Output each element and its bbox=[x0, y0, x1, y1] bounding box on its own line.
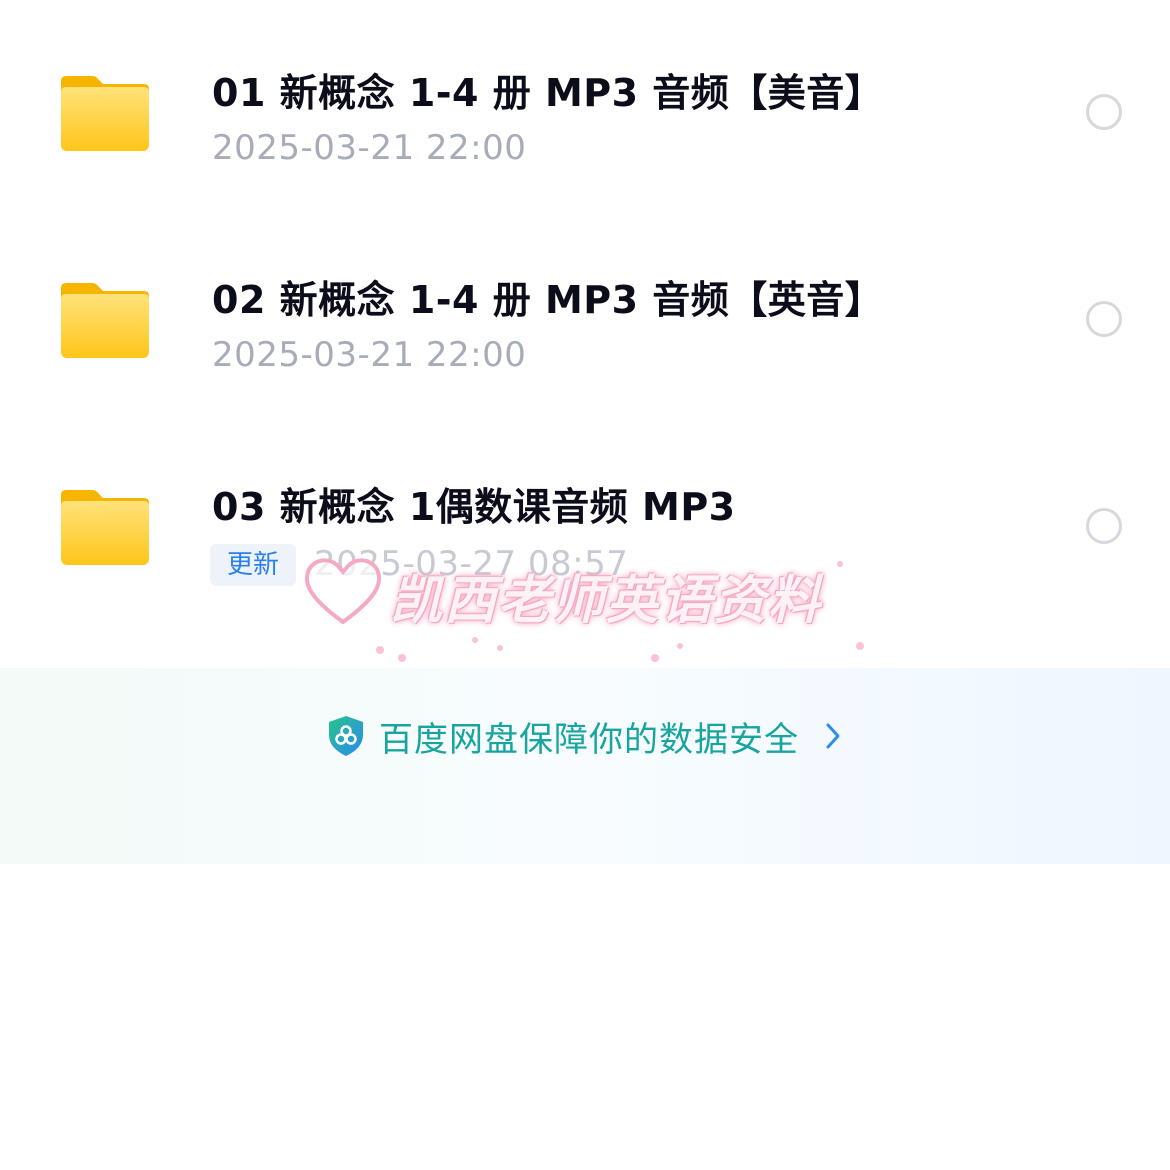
update-badge: 更新 bbox=[210, 544, 297, 586]
select-radio[interactable] bbox=[1086, 94, 1122, 130]
file-name[interactable]: 03 新概念 1偶数课音频 MP3 bbox=[212, 476, 736, 531]
folder-icon bbox=[61, 283, 149, 358]
file-name[interactable]: 01 新概念 1-4 册 MP3 音频【美音】 bbox=[212, 62, 883, 117]
file-row[interactable]: 02 新概念 1-4 册 MP3 音频【英音】 2025-03-21 22:00 bbox=[0, 207, 1170, 413]
file-date: 2025-03-21 22:00 bbox=[212, 128, 527, 168]
select-radio[interactable] bbox=[1086, 301, 1122, 337]
security-banner[interactable]: 百度网盘保障你的数据安全 bbox=[0, 706, 1170, 766]
file-row[interactable]: 03 新概念 1偶数课音频 MP3 更新 2025-03-27 08:57 bbox=[0, 414, 1170, 620]
chevron-right-icon[interactable] bbox=[823, 721, 843, 751]
file-date: 2025-03-21 22:00 bbox=[212, 335, 527, 375]
folder-icon bbox=[61, 76, 149, 151]
folder-icon bbox=[61, 490, 149, 565]
shield-icon bbox=[329, 716, 363, 756]
file-name[interactable]: 02 新概念 1-4 册 MP3 音频【英音】 bbox=[212, 269, 883, 324]
footer-area bbox=[0, 668, 1170, 864]
security-text[interactable]: 百度网盘保障你的数据安全 bbox=[379, 712, 799, 761]
select-radio[interactable] bbox=[1086, 508, 1122, 544]
file-row[interactable]: 01 新概念 1-4 册 MP3 音频【美音】 2025-03-21 22:00 bbox=[0, 0, 1170, 206]
file-date: 2025-03-27 08:57 bbox=[314, 544, 629, 584]
